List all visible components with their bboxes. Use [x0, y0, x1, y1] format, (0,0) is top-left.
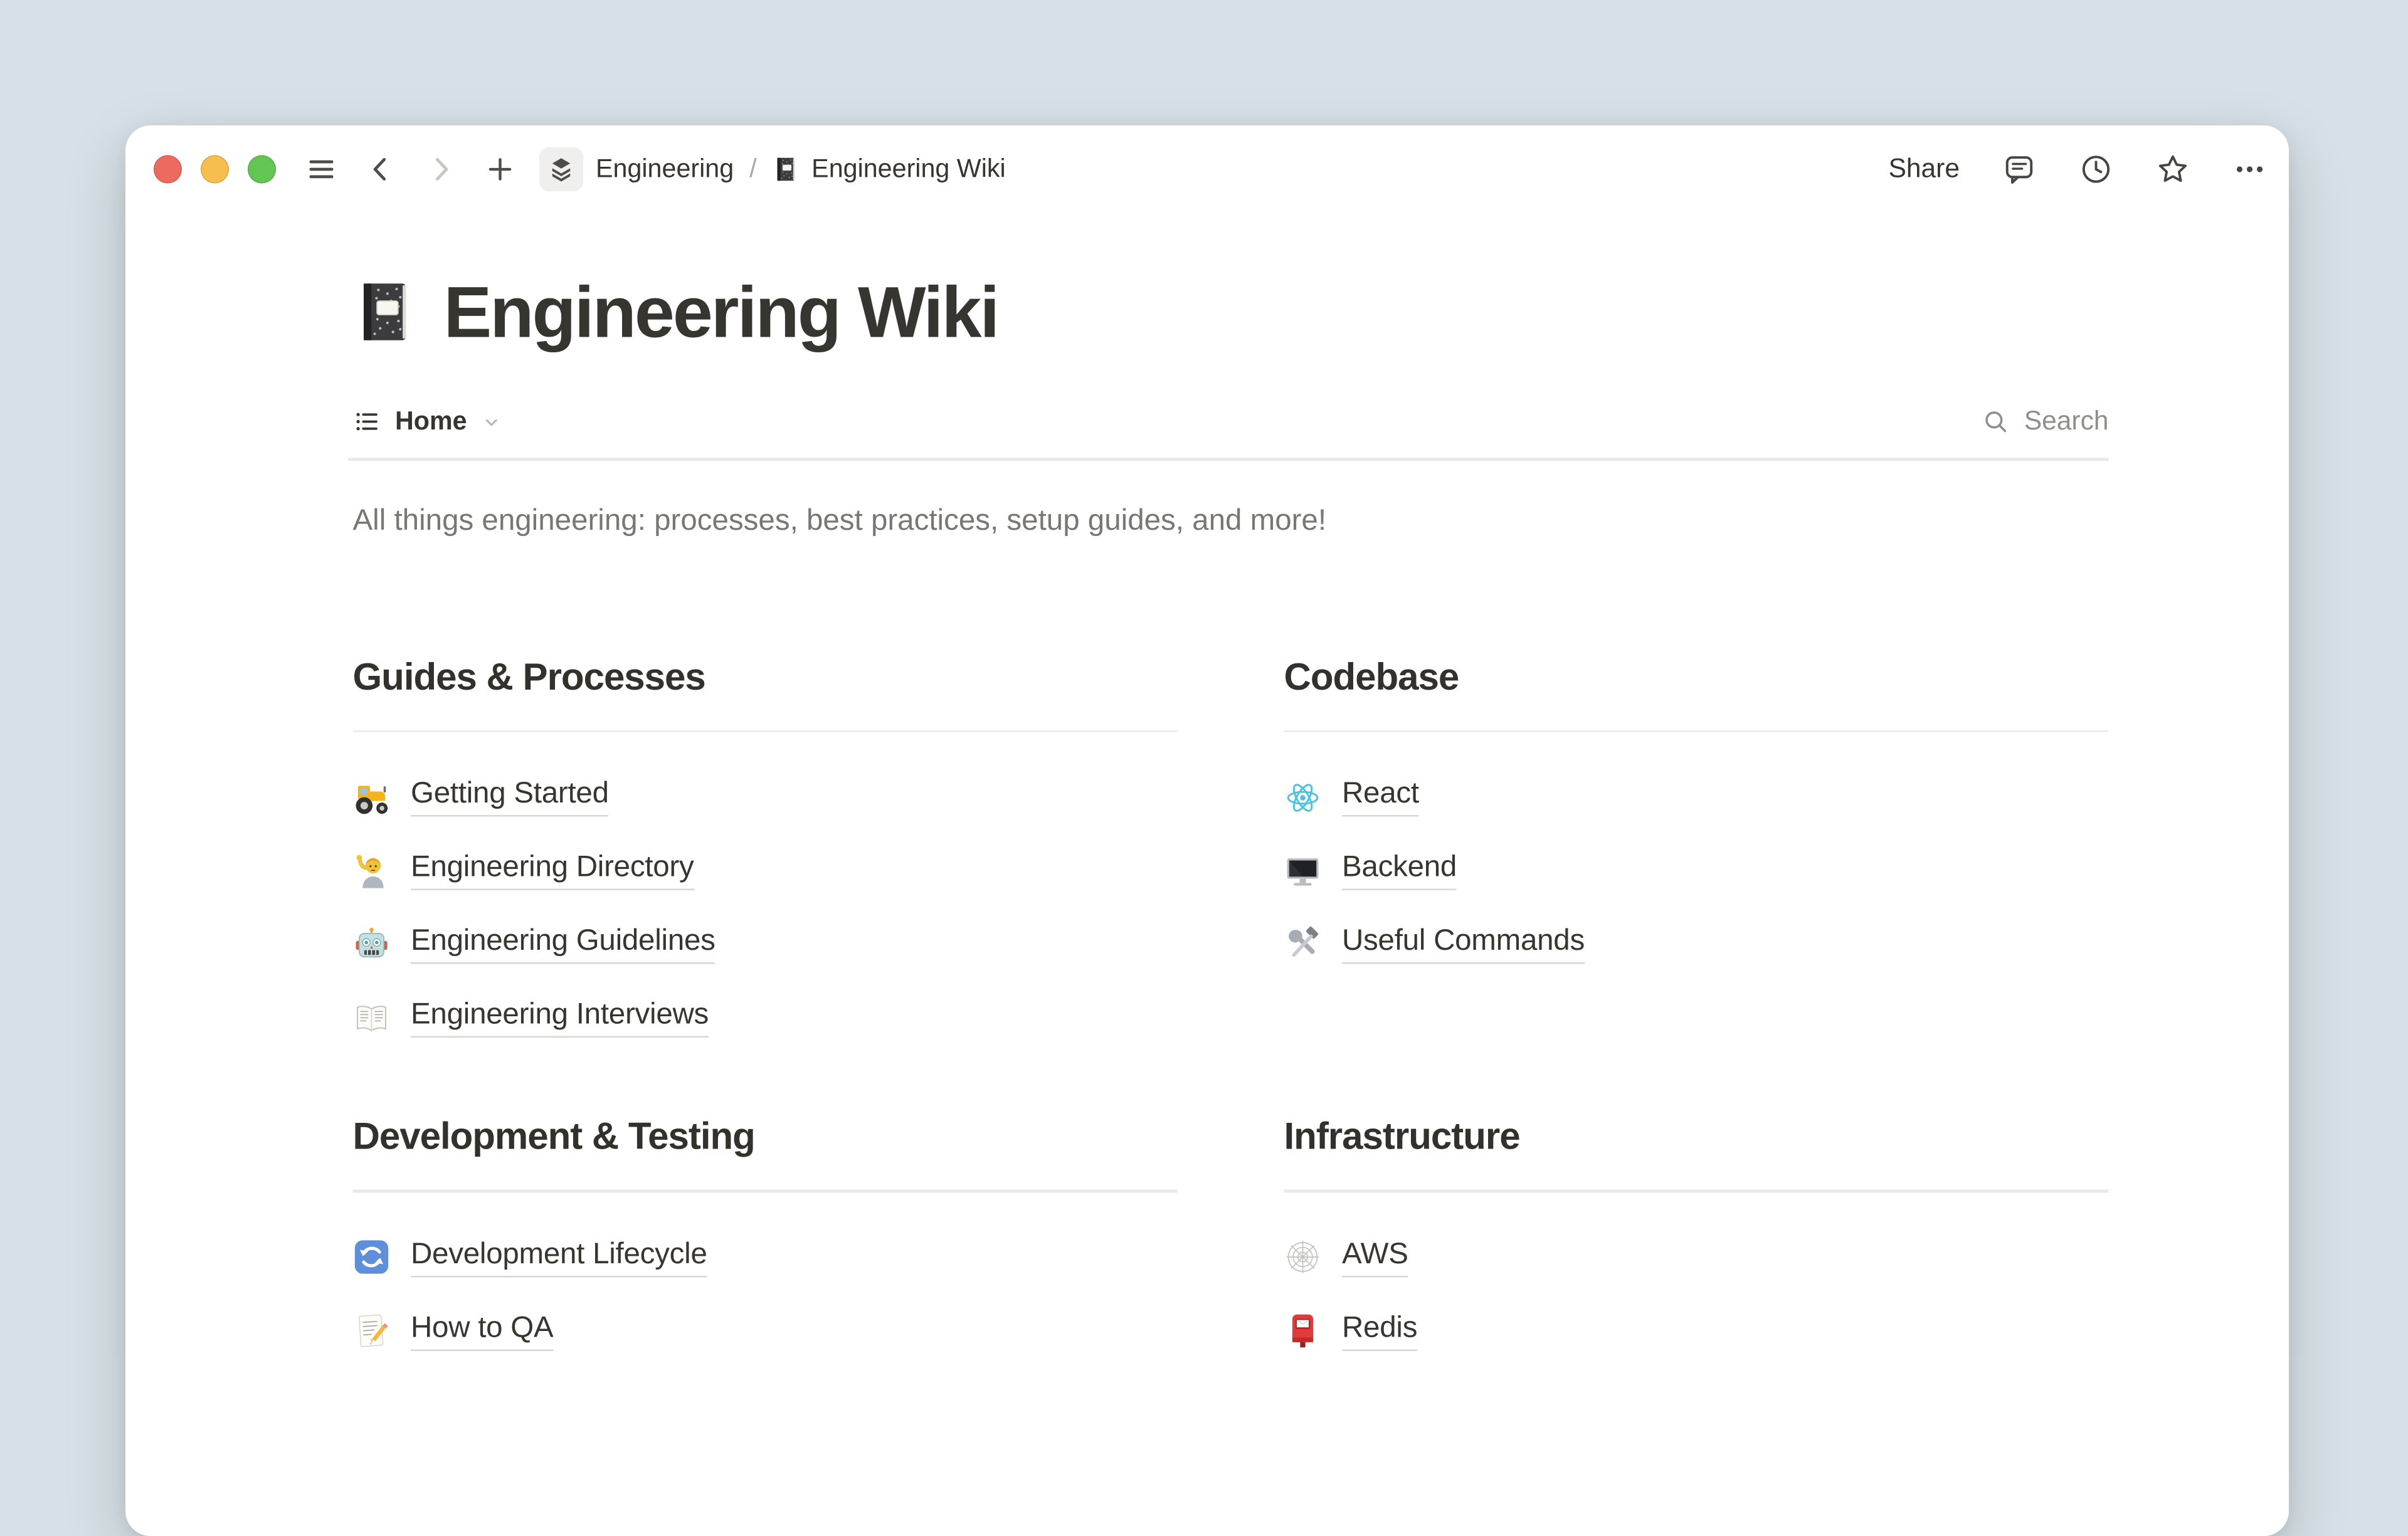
- section-divider: [353, 730, 1178, 732]
- more-options-icon[interactable]: [2232, 152, 2267, 187]
- forward-icon[interactable]: [423, 152, 458, 187]
- page-link-label: Getting Started: [411, 777, 609, 817]
- hammer-and-wrench-icon: [1284, 925, 1322, 963]
- notion-window: Engineering / Engineering Wiki Share: [125, 125, 2289, 1536]
- page-link-redis[interactable]: Redis: [1284, 1294, 2109, 1368]
- page-link-aws[interactable]: AWS: [1284, 1220, 2109, 1294]
- breadcrumb-separator: /: [749, 154, 756, 184]
- page-link-react[interactable]: React: [1284, 760, 2109, 834]
- section-divider: [1284, 1190, 2109, 1192]
- page-link-label: Engineering Directory: [411, 851, 694, 891]
- chevron-down-icon: [481, 411, 502, 432]
- react-logo-icon: [1284, 778, 1322, 816]
- page-link-getting-started[interactable]: Getting Started: [353, 760, 1178, 834]
- page-link-label: Development Lifecycle: [411, 1238, 707, 1277]
- page-link-useful-commands[interactable]: Useful Commands: [1284, 908, 2109, 982]
- view-tab-label: Home: [395, 407, 467, 437]
- page-link-label: Backend: [1342, 851, 1457, 891]
- page-link-engineering-interviews[interactable]: Engineering Interviews: [353, 981, 1178, 1055]
- header-divider: [348, 458, 2109, 460]
- page-link-development-lifecycle[interactable]: Development Lifecycle: [353, 1220, 1178, 1294]
- open-book-icon: [353, 999, 391, 1037]
- section-divider: [1284, 730, 2109, 732]
- comments-icon[interactable]: [2002, 152, 2037, 187]
- page-link-engineering-guidelines[interactable]: Engineering Guidelines: [353, 908, 1178, 982]
- window-toolbar: Engineering / Engineering Wiki Share: [125, 125, 2289, 213]
- stacked-layers-icon[interactable]: [539, 147, 583, 191]
- search-button[interactable]: Search: [1982, 406, 2108, 438]
- page-link-label: Useful Commands: [1342, 925, 1585, 964]
- breadcrumb-teamspace[interactable]: Engineering: [596, 154, 734, 184]
- close-window-button[interactable]: [154, 155, 182, 184]
- sections-grid: Guides & Processes Getting Started Engin…: [353, 651, 2109, 1368]
- page-link-label: React: [1342, 777, 1419, 817]
- person-raising-hand-icon: [353, 852, 391, 890]
- memo-icon: [353, 1312, 391, 1350]
- desktop-background: Engineering / Engineering Wiki Share: [0, 0, 2408, 1354]
- window-controls: [154, 155, 276, 184]
- section-development-and-testing: Development & Testing Development Lifecy…: [353, 1112, 1178, 1368]
- section-title: Infrastructure: [1284, 1112, 2109, 1165]
- section-infrastructure: Infrastructure AWS Redis: [1284, 1112, 2109, 1368]
- robot-icon: [353, 925, 391, 963]
- postbox-icon: [1284, 1312, 1322, 1350]
- zoom-window-button[interactable]: [248, 155, 276, 184]
- page-icon-notebook[interactable]: [353, 279, 419, 345]
- share-button[interactable]: Share: [1889, 154, 1960, 185]
- section-title: Codebase: [1284, 651, 2109, 705]
- spider-web-icon: [1284, 1238, 1322, 1276]
- counterclockwise-arrows-icon: [353, 1238, 391, 1276]
- history-clock-icon[interactable]: [2079, 152, 2113, 187]
- page-description: All things engineering: processes, best …: [353, 501, 2109, 542]
- page-link-backend[interactable]: Backend: [1284, 834, 2109, 908]
- page-link-label: Engineering Guidelines: [411, 925, 716, 964]
- section-guides-and-processes: Guides & Processes Getting Started Engin…: [353, 651, 1178, 1055]
- page-content: Engineering Wiki Home Search All things …: [353, 279, 2109, 1367]
- desktop-computer-icon: [1284, 852, 1322, 890]
- section-title: Guides & Processes: [353, 651, 1178, 705]
- page-title: Engineering Wiki: [444, 279, 998, 345]
- page-link-how-to-qa[interactable]: How to QA: [353, 1294, 1178, 1368]
- page-link-label: How to QA: [411, 1311, 553, 1350]
- breadcrumb: Engineering / Engineering Wiki: [539, 147, 1006, 191]
- list-view-icon: [353, 408, 381, 436]
- page-link-engineering-directory[interactable]: Engineering Directory: [353, 834, 1178, 908]
- section-divider: [353, 1190, 1178, 1192]
- sidebar-menu-icon[interactable]: [304, 152, 339, 187]
- tractor-icon: [353, 778, 391, 816]
- new-page-icon[interactable]: [483, 152, 517, 187]
- favorite-star-icon[interactable]: [2156, 152, 2190, 187]
- search-label: Search: [2024, 406, 2109, 438]
- page-link-label: AWS: [1342, 1238, 1408, 1277]
- view-tab-home[interactable]: Home: [353, 407, 502, 437]
- search-icon: [1982, 408, 2010, 436]
- page-link-label: Engineering Interviews: [411, 999, 709, 1038]
- section-codebase: Codebase React Backend: [1284, 651, 2109, 1055]
- section-title: Development & Testing: [353, 1112, 1178, 1165]
- minimize-window-button[interactable]: [201, 155, 229, 184]
- back-icon[interactable]: [364, 152, 398, 187]
- breadcrumb-page-link[interactable]: Engineering Wiki: [773, 154, 1006, 185]
- notebook-icon: [773, 154, 800, 185]
- page-link-label: Redis: [1342, 1311, 1417, 1350]
- breadcrumb-page: Engineering Wiki: [811, 154, 1006, 184]
